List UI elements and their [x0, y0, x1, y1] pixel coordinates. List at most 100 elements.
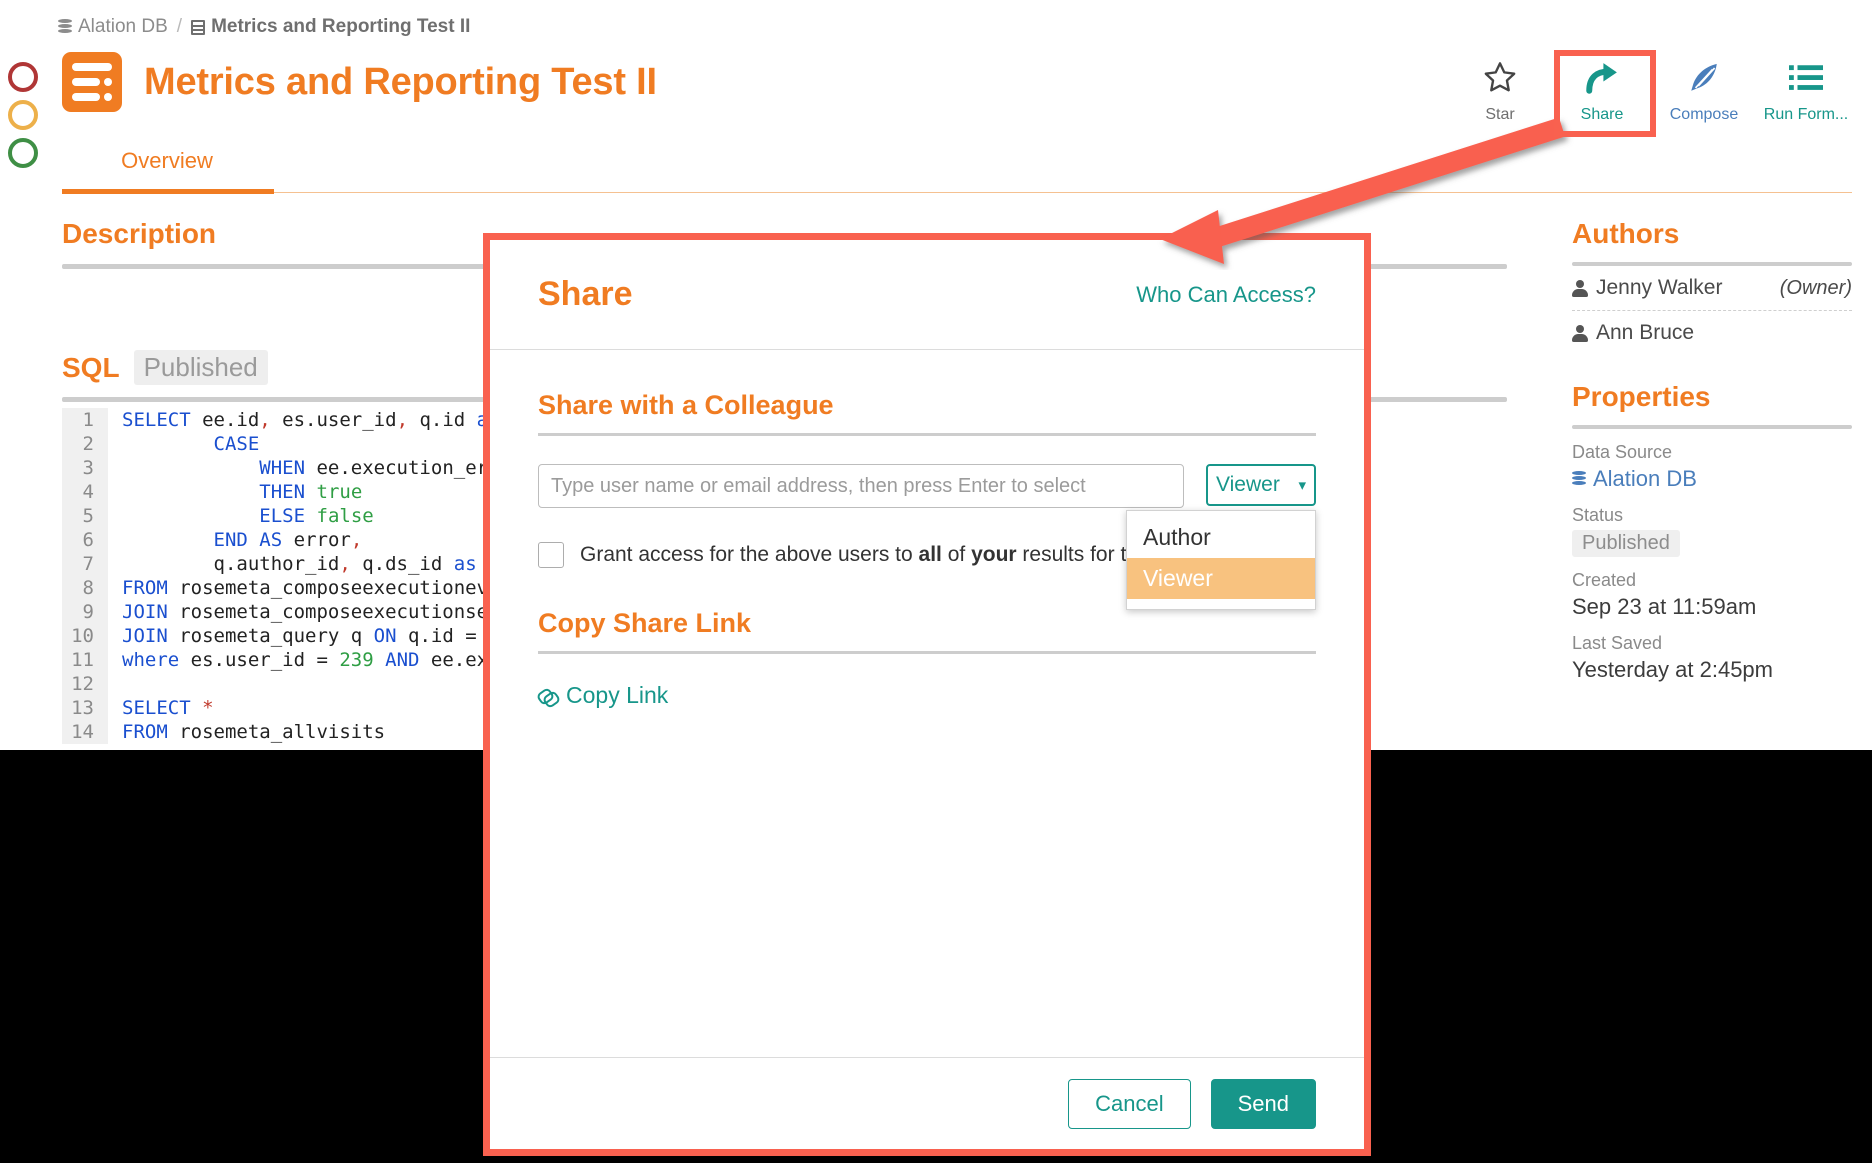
code-line-number: 14	[62, 720, 108, 744]
share-dialog-title: Share	[538, 275, 633, 313]
code-line-text	[108, 672, 122, 696]
code-line-text: END AS error,	[213, 529, 363, 551]
role-option[interactable]: Viewer	[1127, 558, 1315, 599]
data-source-label: Alation DB	[1593, 466, 1697, 491]
breadcrumb: Alation DB / Metrics and Reporting Test …	[58, 16, 470, 38]
cancel-button[interactable]: Cancel	[1068, 1078, 1191, 1129]
code-line-text: SELECT *	[122, 697, 214, 719]
code-line-text: FROM rosemeta_allvisits	[122, 721, 386, 743]
code-line-number: 12	[62, 672, 108, 696]
author-row[interactable]: Jenny Walker (Owner)	[1572, 266, 1852, 311]
code-line-number: 6	[62, 528, 108, 552]
code-line-number: 7	[62, 552, 108, 576]
breadcrumb-parent[interactable]: Alation DB	[58, 16, 168, 38]
send-button[interactable]: Send	[1210, 1078, 1316, 1129]
copy-share-link-section: Copy Share Link Copy Link	[538, 608, 1316, 709]
breadcrumb-current: Metrics and Reporting Test II	[191, 16, 470, 38]
code-line-text: THEN true	[259, 481, 363, 503]
compose-button[interactable]: Compose	[1656, 52, 1752, 124]
author-row[interactable]: Ann Bruce	[1572, 311, 1852, 355]
right-sidebar: Authors Jenny Walker (Owner) Ann Bruce Pro…	[1572, 218, 1852, 709]
query-doc-icon	[62, 52, 122, 112]
properties-heading: Properties	[1572, 381, 1711, 412]
author-name-group: Ann Bruce	[1572, 321, 1694, 345]
property-label: Status	[1572, 505, 1624, 525]
sql-heading: SQL	[62, 351, 120, 383]
run-form-label: Run Form...	[1763, 106, 1849, 123]
property-value-wrap: Published	[1572, 526, 1852, 557]
person-icon	[1572, 325, 1588, 342]
author-name-group: Jenny Walker	[1572, 276, 1722, 300]
star-button[interactable]: Star	[1452, 52, 1548, 124]
grant-access-label: Grant access for the above users to all …	[580, 543, 1154, 566]
compose-label: Compose	[1669, 106, 1739, 123]
copy-share-link-rule	[538, 651, 1316, 654]
share-button-highlight-box	[1554, 50, 1656, 137]
copy-link-label: Copy Link	[566, 682, 669, 708]
code-line-number: 2	[62, 432, 108, 456]
code-line-number: 10	[62, 624, 108, 648]
share-dialog-footer: Cancel Send	[490, 1057, 1364, 1149]
code-line-text: q.author_id, q.ds_id as d	[122, 553, 500, 575]
feather-quill-icon	[1656, 58, 1752, 98]
copy-share-link-heading: Copy Share Link	[538, 608, 752, 638]
grant-access-checkbox[interactable]	[538, 542, 564, 568]
share-colleague-heading: Share with a Colleague	[538, 390, 834, 420]
status-badge: Published	[1572, 530, 1680, 557]
property-value: Yesterday at 2:45pm	[1572, 657, 1773, 682]
role-select[interactable]: Viewer ▾	[1206, 464, 1316, 506]
property-value: Sep 23 at 11:59am	[1572, 594, 1757, 619]
property-label: Data Source	[1572, 442, 1673, 462]
share-colleague-rule	[538, 433, 1316, 436]
author-owner-tag: (Owner)	[1779, 276, 1852, 299]
code-line-number: 3	[62, 456, 108, 480]
code-line-text: WHEN ee.execution_err	[259, 457, 500, 479]
database-icon	[58, 19, 72, 35]
data-source-link[interactable]: Alation DB	[1572, 466, 1852, 492]
author-name: Ann Bruce	[1596, 321, 1695, 344]
tab-bar-rule	[62, 192, 1852, 193]
person-icon	[1572, 280, 1588, 297]
share-dialog-highlight: Share Who Can Access? Share with a Colle…	[483, 233, 1371, 1156]
user-search-input[interactable]	[538, 464, 1184, 508]
code-line-text: ELSE false	[259, 505, 374, 527]
code-line-text: where es.user_id = 239 AND ee.exe	[122, 649, 500, 671]
run-form-button[interactable]: Run Form...	[1758, 52, 1854, 124]
properties-block: Properties Data Source Alation DB Status Pu…	[1572, 381, 1852, 683]
page-title: Metrics and Reporting Test II	[144, 60, 657, 103]
role-select-value: Viewer	[1216, 473, 1280, 496]
code-line-number: 8	[62, 576, 108, 600]
code-line-text: SELECT ee.id, es.user_id, q.id as	[122, 409, 500, 431]
tab-overview[interactable]: Overview	[62, 148, 272, 188]
properties-rule	[1572, 425, 1852, 429]
tab-active-indicator	[62, 189, 274, 194]
query-sheet-icon	[191, 19, 206, 35]
role-option[interactable]: Author	[1127, 517, 1315, 558]
code-line-number: 13	[62, 696, 108, 720]
share-dialog: Share Who Can Access? Share with a Colle…	[490, 240, 1364, 1149]
role-dropdown-menu[interactable]: Author Viewer	[1126, 510, 1316, 610]
authors-block: Authors Jenny Walker (Owner) Ann Bruce	[1572, 218, 1852, 355]
star-icon	[1452, 58, 1548, 98]
status-light-amber	[8, 100, 38, 130]
window-status-lights	[8, 62, 48, 176]
list-lines-icon	[1758, 58, 1854, 98]
status-light-red	[8, 62, 38, 92]
star-label: Star	[1485, 106, 1515, 123]
authors-list: Jenny Walker (Owner) Ann Bruce	[1572, 266, 1852, 355]
code-line-number: 5	[62, 504, 108, 528]
share-dialog-body: Share with a Colleague Viewer ▾ AuthorVi…	[490, 350, 1364, 1057]
share-dialog-header: Share Who Can Access?	[490, 240, 1364, 350]
who-can-access-link[interactable]: Who Can Access?	[1136, 282, 1316, 308]
sql-published-badge: Published	[133, 350, 268, 385]
code-line-text: JOIN rosemeta_composeexecutionses	[122, 601, 500, 623]
code-line-number: 4	[62, 480, 108, 504]
authors-heading: Authors	[1572, 218, 1680, 249]
code-line-text: JOIN rosemeta_query q ON q.id = e	[122, 625, 500, 647]
properties-list: Data Source Alation DB Status Published Crea…	[1572, 442, 1852, 683]
copy-link-button[interactable]: Copy Link	[538, 682, 1316, 709]
code-line-text: FROM rosemeta_composeexecutioneve	[122, 577, 500, 599]
tab-bar: Overview	[62, 148, 1852, 188]
database-icon	[1572, 471, 1586, 487]
code-line-number: 11	[62, 648, 108, 672]
